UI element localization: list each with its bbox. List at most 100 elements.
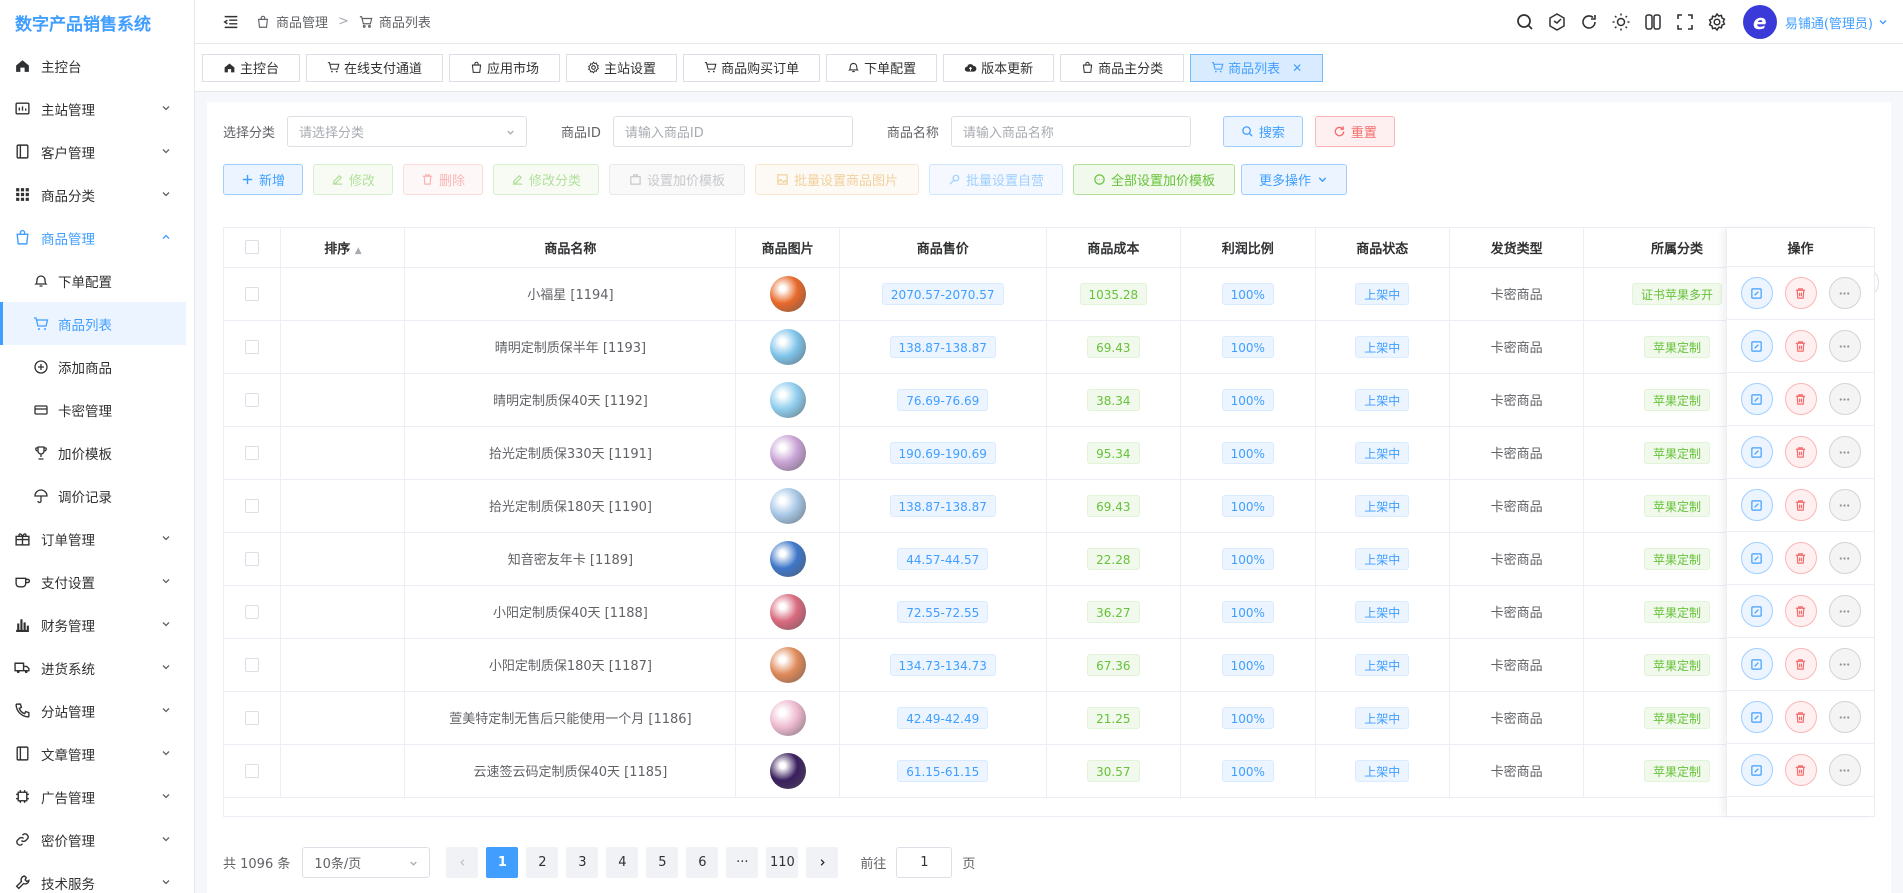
page-size-select[interactable]: 10条/页 xyxy=(302,847,431,878)
goto-input[interactable]: 1 xyxy=(896,847,953,878)
sidebar-item[interactable]: 商品管理 xyxy=(0,216,194,259)
select-cell[interactable] xyxy=(224,426,282,480)
batch-image-button[interactable]: 批量设置商品图片 xyxy=(755,163,919,195)
close-icon[interactable]: ✕ xyxy=(1292,61,1302,75)
sidebar-item[interactable]: 调价记录 xyxy=(0,474,194,517)
row-checkbox[interactable] xyxy=(245,657,260,672)
next-page-button[interactable] xyxy=(806,847,839,878)
row-more-button[interactable] xyxy=(1828,489,1861,521)
table-row[interactable]: 知音密友年卡 [1189] 44.57-44.57 22.28 100% 上架中 卡密商品… xyxy=(224,532,1875,586)
sidebar-item[interactable]: 财务管理 xyxy=(0,603,194,646)
product-thumbnail[interactable] xyxy=(769,328,806,365)
row-edit-button[interactable] xyxy=(1740,383,1773,415)
all-template-button[interactable]: 全部设置加价模板 xyxy=(1073,163,1235,195)
refresh-icon[interactable] xyxy=(1579,12,1599,32)
tab-item[interactable]: 应用市场 xyxy=(449,53,561,82)
tab-item[interactable]: 主控台 xyxy=(202,53,301,82)
row-more-button[interactable] xyxy=(1828,648,1861,680)
menu-collapse-icon[interactable] xyxy=(222,13,240,31)
product-thumbnail[interactable] xyxy=(769,593,806,630)
row-delete-button[interactable] xyxy=(1784,754,1817,786)
row-checkbox[interactable] xyxy=(245,498,260,513)
table-row[interactable]: 晴明定制质保半年 [1193] 138.87-138.87 69.43 100% 上架中… xyxy=(224,320,1875,374)
sidebar-item[interactable]: 主控台 xyxy=(0,44,194,87)
tab-item[interactable]: 商品列表 ✕ xyxy=(1190,53,1324,82)
table-row[interactable]: 萱美特定制无售后只能使用一个月 [1186] 42.49-42.49 21.25 10… xyxy=(224,691,1875,745)
sidebar-item[interactable]: 商品分类 xyxy=(0,173,194,216)
fullscreen-icon[interactable] xyxy=(1675,12,1695,32)
image-cell[interactable] xyxy=(735,320,840,374)
sidebar-item[interactable]: 卡密管理 xyxy=(0,388,194,431)
sort-icon[interactable]: ▲ xyxy=(355,246,362,256)
image-cell[interactable] xyxy=(735,532,840,586)
tab-item[interactable]: 在线支付通道 xyxy=(306,53,444,82)
tab-item[interactable]: 版本更新 xyxy=(943,53,1055,82)
row-delete-button[interactable] xyxy=(1784,436,1817,468)
sidebar-item[interactable]: 主站管理 xyxy=(0,87,194,130)
select-cell[interactable] xyxy=(224,373,282,427)
row-checkbox[interactable] xyxy=(245,339,260,354)
delete-button[interactable]: 删除 xyxy=(403,163,483,195)
tab-item[interactable]: 下单配置 xyxy=(826,53,938,82)
sidebar-item[interactable]: 支付设置 xyxy=(0,560,194,603)
table-row[interactable]: 晴明定制质保40天 [1192] 76.69-76.69 38.34 100% 上架中 卡… xyxy=(224,373,1875,427)
prev-page-button[interactable] xyxy=(446,847,479,878)
row-checkbox[interactable] xyxy=(245,604,260,619)
row-edit-button[interactable] xyxy=(1740,542,1773,574)
switch-icon[interactable] xyxy=(1643,12,1663,32)
row-delete-button[interactable] xyxy=(1784,277,1817,309)
row-more-button[interactable] xyxy=(1828,754,1861,786)
image-cell[interactable] xyxy=(735,585,840,639)
row-edit-button[interactable] xyxy=(1740,754,1773,786)
select-all-cell[interactable] xyxy=(224,228,282,268)
gear-icon[interactable] xyxy=(1707,12,1727,32)
sidebar-item[interactable]: 下单配置 xyxy=(0,259,194,302)
product-thumbnail[interactable] xyxy=(769,646,806,683)
sidebar-item[interactable]: 技术服务 xyxy=(0,861,194,893)
page-button[interactable]: 2 xyxy=(526,847,559,878)
sidebar-item[interactable]: 进货系统 xyxy=(0,646,194,689)
row-more-button[interactable] xyxy=(1828,383,1861,415)
row-more-button[interactable] xyxy=(1828,330,1861,362)
row-checkbox[interactable] xyxy=(245,710,260,725)
row-more-button[interactable] xyxy=(1828,701,1861,733)
add-button[interactable]: 新增 xyxy=(223,163,303,195)
row-checkbox[interactable] xyxy=(245,763,260,778)
row-delete-button[interactable] xyxy=(1784,383,1817,415)
image-cell[interactable] xyxy=(735,426,840,480)
cube-icon[interactable] xyxy=(1547,12,1567,32)
set-template-button[interactable]: 设置加价模板 xyxy=(609,163,745,195)
image-cell[interactable] xyxy=(735,744,840,798)
sidebar-item[interactable]: 商品列表 xyxy=(0,302,186,345)
image-cell[interactable] xyxy=(735,267,840,321)
sidebar-item[interactable]: 订单管理 xyxy=(0,517,194,560)
product-thumbnail[interactable] xyxy=(769,540,806,577)
product-thumbnail[interactable] xyxy=(769,381,806,418)
row-more-button[interactable] xyxy=(1828,277,1861,309)
edit-button[interactable]: 修改 xyxy=(313,163,393,195)
avatar[interactable]: e xyxy=(1742,5,1777,39)
breadcrumb-item[interactable]: 商品管理 xyxy=(276,12,328,31)
row-delete-button[interactable] xyxy=(1784,648,1817,680)
row-delete-button[interactable] xyxy=(1784,330,1817,362)
more-actions-dropdown[interactable]: 更多操作 xyxy=(1241,163,1347,195)
page-button[interactable]: 3 xyxy=(566,847,599,878)
sidebar-item[interactable]: 加价模板 xyxy=(0,431,194,474)
page-button[interactable]: 4 xyxy=(606,847,639,878)
search-icon[interactable] xyxy=(1515,12,1535,32)
page-button[interactable]: 110 xyxy=(766,847,799,878)
row-edit-button[interactable] xyxy=(1740,595,1773,627)
row-delete-button[interactable] xyxy=(1784,542,1817,574)
select-cell[interactable] xyxy=(224,320,282,374)
batch-self-button[interactable]: 批量设置自营 xyxy=(929,163,1063,195)
row-edit-button[interactable] xyxy=(1740,330,1773,362)
row-more-button[interactable] xyxy=(1828,542,1861,574)
name-input[interactable]: 请输入商品名称 xyxy=(950,115,1191,147)
product-thumbnail[interactable] xyxy=(769,699,806,736)
row-more-button[interactable] xyxy=(1828,436,1861,468)
id-input[interactable]: 请输入商品ID xyxy=(612,115,853,147)
image-cell[interactable] xyxy=(735,691,840,745)
row-delete-button[interactable] xyxy=(1784,489,1817,521)
row-edit-button[interactable] xyxy=(1740,277,1773,309)
product-thumbnail[interactable] xyxy=(769,434,806,471)
